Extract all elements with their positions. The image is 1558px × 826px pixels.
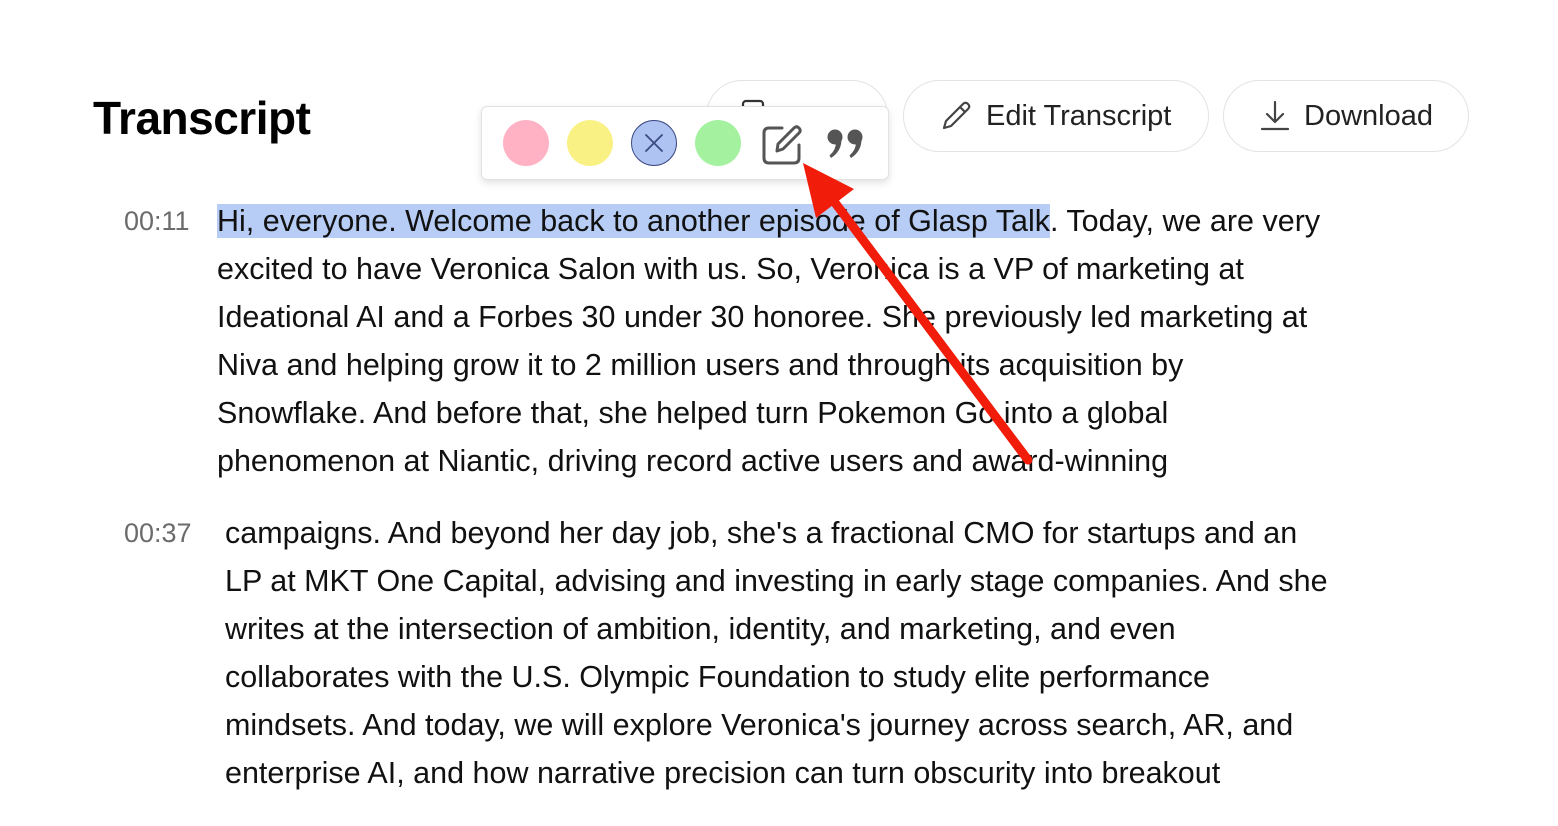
transcript-line: Snowflake. And before that, she helped t… <box>217 396 1169 430</box>
transcript-line: LP at MKT One Capital, advising and inve… <box>225 564 1328 598</box>
transcript-line: Niva and helping grow it to 2 million us… <box>217 348 1184 382</box>
edit-note-icon[interactable] <box>760 123 804 167</box>
transcript-line: Ideational AI and a Forbes 30 under 30 h… <box>217 300 1308 334</box>
transcript-line: writes at the intersection of ambition, … <box>225 612 1176 646</box>
download-icon <box>1260 100 1290 131</box>
transcript-line: mindsets. And today, we will explore Ver… <box>225 708 1294 742</box>
highlight-color-blue[interactable] <box>631 120 677 166</box>
highlight-color-green[interactable] <box>695 120 741 166</box>
transcript-line: campaigns. And beyond her day job, she's… <box>225 516 1298 550</box>
transcript-line: excited to have Veronica Salon with us. … <box>217 252 1244 286</box>
transcript-line: collaborates with the U.S. Olympic Found… <box>225 660 1210 694</box>
segment-timestamp[interactable]: 00:11 <box>124 197 190 245</box>
page-title: Transcript <box>93 92 311 144</box>
transcript-paragraph: Hi, everyone. Welcome back to another ep… <box>217 197 1320 485</box>
segment-timestamp[interactable]: 00:37 <box>124 509 192 557</box>
highlight-toolbar <box>481 106 889 180</box>
close-icon <box>645 134 663 152</box>
transcript-line: phenomenon at Niantic, driving record ac… <box>217 444 1169 478</box>
edit-transcript-label: Edit Transcript <box>986 99 1172 132</box>
edit-transcript-button[interactable]: Edit Transcript <box>903 80 1209 152</box>
download-label: Download <box>1304 99 1433 132</box>
transcript-page: Transcript Edit Transcript Download 00:1… <box>0 0 1558 826</box>
line-text: . Today, we are very <box>1050 204 1321 238</box>
download-button[interactable]: Download <box>1223 80 1469 152</box>
transcript-line: enterprise AI, and how narrative precisi… <box>225 756 1221 790</box>
highlight-color-yellow[interactable] <box>567 120 613 166</box>
highlight-color-pink[interactable] <box>503 120 549 166</box>
quote-icon[interactable] <box>826 127 866 161</box>
transcript-line: Hi, everyone. Welcome back to another ep… <box>217 197 1320 245</box>
transcript-paragraph: campaigns. And beyond her day job, she's… <box>225 509 1328 797</box>
highlighted-text[interactable]: Hi, everyone. Welcome back to another ep… <box>217 204 1050 238</box>
pencil-icon <box>942 101 971 130</box>
